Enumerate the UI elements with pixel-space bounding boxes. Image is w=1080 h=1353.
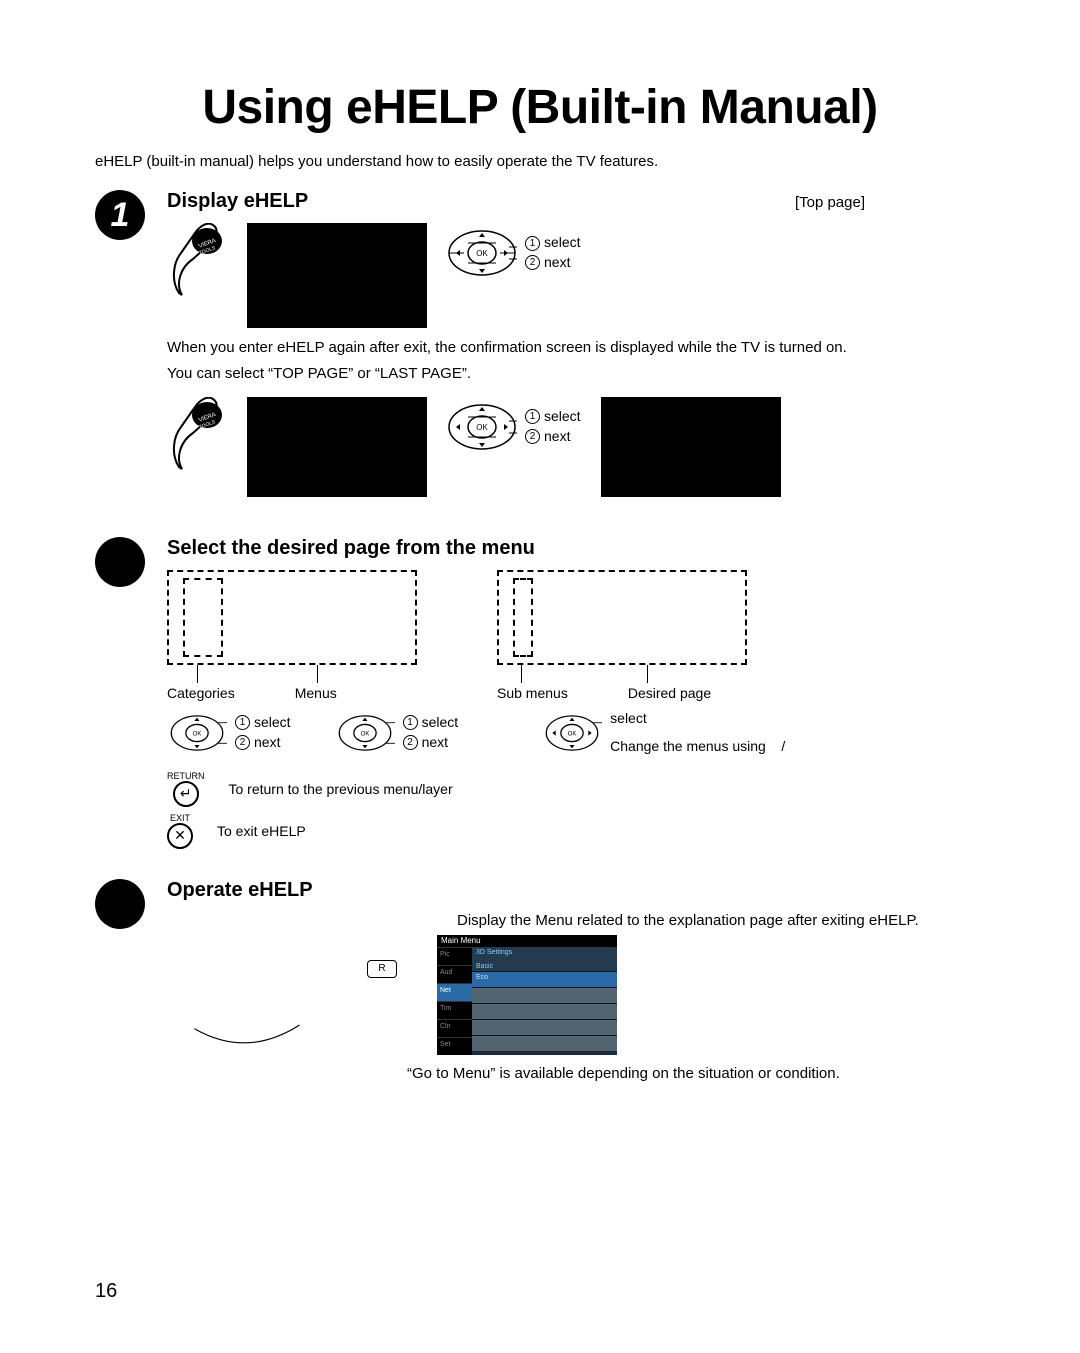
circled-2-icon: 2 (525, 255, 540, 270)
svg-text:OK: OK (360, 731, 369, 737)
top-page-label: [Top page] (795, 194, 865, 211)
step-2-title: Select the desired page from the menu (167, 537, 985, 560)
exit-text: To exit eHELP (217, 823, 306, 839)
arrow-curve-icon (167, 995, 327, 1055)
intro-text: eHELP (built-in manual) helps you unders… (95, 153, 985, 170)
return-text: To return to the previous menu/layer (229, 781, 453, 797)
dashed-diagram-right: Sub menus Desired page (497, 570, 757, 701)
svg-text:OK: OK (476, 249, 488, 258)
slash: / (781, 738, 785, 754)
circled-1-icon: 1 (525, 236, 540, 251)
svg-text:OK: OK (568, 731, 577, 737)
label-desired-page: Desired page (628, 685, 711, 701)
dashed-diagram-left: Categories Menus (167, 570, 427, 701)
step-2: Select the desired page from the menu Ca… (95, 537, 985, 849)
step-3-number (95, 879, 145, 929)
page-title: Using eHELP (Built-in Manual) (95, 80, 985, 135)
step-3-note: “Go to Menu” is available depending on t… (407, 1065, 985, 1082)
step-1-note-2: You can select “TOP PAGE” or “LAST PAGE”… (167, 364, 985, 384)
exit-button-icon: EXIT ✕ (167, 813, 193, 849)
label-submenus: Sub menus (497, 685, 568, 701)
nav-select: select (422, 713, 459, 733)
nav-next: next (422, 733, 448, 753)
nav-pad-submenus: OK select Change the menus using / (542, 707, 785, 765)
svg-text:OK: OK (476, 423, 488, 432)
label-menus: Menus (295, 685, 337, 701)
step-3: Operate eHELP Display the Menu related t… (95, 879, 985, 1082)
nav-pad-menus: OK 1select 2next (335, 707, 459, 765)
nav-select: select (610, 709, 647, 729)
r-button-icon: R (367, 960, 397, 978)
circled-1-icon: 1 (525, 409, 540, 424)
screenshot-placeholder (247, 397, 427, 497)
step-1-title: Display eHELP (167, 190, 308, 213)
circled-2-icon: 2 (525, 429, 540, 444)
step-3-lead: Display the Menu related to the explanat… (457, 912, 985, 929)
nav-select: select (544, 407, 581, 427)
step-1-number: 1 (95, 190, 145, 240)
nav-select: select (254, 713, 291, 733)
label-categories: Categories (167, 685, 235, 701)
nav-pad-categories: OK 1select 2next (167, 707, 291, 765)
nav-select: select (544, 233, 581, 253)
step-2-number (95, 537, 145, 587)
menu-screenshot: Main Menu PicAudNetTimClnSet 3D Settings… (437, 935, 617, 1055)
viera-tools-icon: VIERA TOOLS (167, 397, 227, 472)
screenshot-placeholder (601, 397, 781, 497)
page-number: 16 (95, 1280, 117, 1303)
nav-next: next (544, 253, 570, 273)
nav-pad-1: OK 1 select 2 next (447, 223, 581, 283)
return-button-icon: RETURN ↵ (167, 771, 205, 807)
nav-next: next (544, 427, 570, 447)
step-1-note-1: When you enter eHELP again after exit, t… (167, 338, 985, 358)
change-menus-text: Change the menus using (610, 738, 766, 754)
step-1: 1 Display eHELP [Top page] VIERA TOOLS (95, 190, 985, 507)
nav-next: next (254, 733, 280, 753)
step-3-title: Operate eHELP (167, 879, 313, 902)
svg-text:OK: OK (193, 731, 202, 737)
viera-tools-icon: VIERA TOOLS (167, 223, 227, 298)
nav-pad-2: OK 1 select 2 next (447, 397, 581, 457)
screenshot-placeholder (247, 223, 427, 328)
